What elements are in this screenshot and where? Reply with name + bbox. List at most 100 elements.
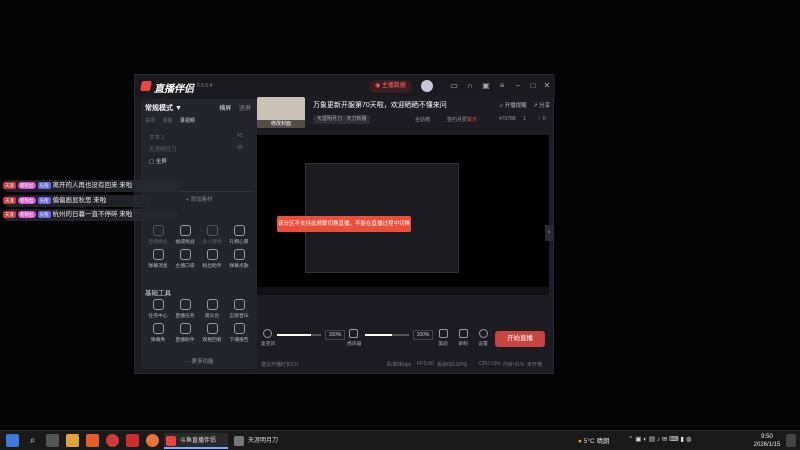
audio-controls: 麦克风 150% 扬声器 100% 美颜 录制 设置 开始直播 [257,325,553,355]
notification-icon[interactable] [786,434,796,447]
source-item[interactable]: 文本 1 45 [149,133,249,141]
taskbar-task-game[interactable]: 天涯明月刀 [232,433,296,449]
task-view-icon[interactable] [46,434,59,447]
tool-fans[interactable]: 粉丝助手 [199,249,225,269]
settings-button[interactable]: 设置 [477,329,489,347]
mode-selector[interactable]: 常规模式 ▼ [145,103,182,113]
screen-icon: ▢ [149,159,156,165]
caret-down-icon: ▼ [174,105,182,112]
room-category[interactable]: 天涯明月刀 · 天刀新服 [313,115,371,124]
chevron-right-icon[interactable]: › [545,225,553,241]
weather-widget[interactable]: ● 5°C 晴朗 [578,435,609,445]
replay-icon [206,323,218,334]
file-explorer-icon[interactable] [66,434,79,447]
chat-message: 天涯 新粉丝 头衔 离开的人再也没有回来 来啦 [3,180,183,192]
grid-icon [206,299,218,310]
avatar[interactable] [421,80,433,92]
speaker-volume-value[interactable]: 100% [413,330,433,340]
maximize-icon[interactable]: □ [528,81,538,91]
fan-badge: 新粉丝 [18,196,36,204]
message-icon[interactable]: ▭ [449,81,459,91]
status-hint: 建议开播时长2.0 [261,362,298,368]
search-icon[interactable]: ⌕ [26,434,39,447]
add-source-button[interactable]: + 添加素材 [145,191,253,203]
browser-icon[interactable] [106,434,119,447]
change-cover-button[interactable]: 修改封面 [257,120,305,128]
tool-audio-mode[interactable]: 音频模式 [145,225,171,245]
tray-icons[interactable]: ⌃ ▣ ◐ ▤ ♪ ✉ ⌨ ▮ ◍ [628,435,691,443]
tool-replay[interactable]: 观看回看 [199,323,225,343]
start-live-button[interactable]: 开始直播 [495,331,545,347]
taskbar-task-livecompanion[interactable]: 斗鱼直播伴侣 [164,433,228,449]
tool-music[interactable]: 正版音乐 [226,299,252,319]
mic-volume-slider[interactable] [277,334,321,336]
share-button[interactable]: ↗ 分享 [533,101,550,109]
rank-stat[interactable]: 全站榜 [415,116,430,123]
gear-icon [478,329,488,338]
start-remind-button[interactable]: ♫ 开播提醒 [499,101,527,109]
minimize-icon[interactable]: – [513,81,523,91]
tool-assistant[interactable]: 直播助手 [172,323,198,343]
mic-toggle[interactable]: 麦克风 [261,329,275,347]
download-icon [152,249,164,260]
room-cover[interactable]: 修改封面 [257,97,305,128]
scene-tab[interactable]: 添加 [162,118,172,124]
source-item[interactable]: ▢ 全屏 [149,157,249,165]
bitrate: 码率0Kbps [387,362,412,368]
fan-badge: 新粉丝 [18,210,36,218]
orientation-tabs: 横屏 竖屏 [213,103,251,112]
level-badge: 天涯 [3,210,16,218]
music-icon [233,299,245,310]
room-title[interactable]: 万象更新开服第70天啦，欢迎晒晒不懂来问 [313,100,447,110]
title-bar: 直播伴侣 6.5.5.4 ◉ 主播数据 ▭ ∩ ▣ ≡ – □ ✕ [135,75,555,97]
mic-volume-fill [277,334,312,336]
tool-lucky-bag[interactable]: 福袋挑战 [172,225,198,245]
menu-icon[interactable]: ≡ [497,81,507,91]
sign-stat[interactable]: 签约月费警示 [447,116,477,123]
scene-tab-active[interactable]: 录视频 [180,118,195,124]
tool-pocket[interactable]: 主播口袋 [172,249,198,269]
link-icon [206,225,218,236]
scene-tab[interactable]: 关闭 [145,118,155,124]
logo-icon [140,81,152,91]
source-item[interactable]: 天涯明月刀 45 [149,145,249,153]
mic-volume-value[interactable]: 150% [325,330,345,340]
live-data-button[interactable]: ◉ 主播数据 [369,80,412,93]
clock[interactable]: 9:50 2026/1/15 [752,433,782,449]
windows-start-icon[interactable] [6,434,19,447]
headset-icon[interactable]: ∩ [465,81,475,91]
tab-landscape[interactable]: 横屏 [219,106,231,112]
beauty-icon [438,329,448,338]
speaker-toggle[interactable]: 扬声器 [347,329,361,347]
camera-icon [458,329,468,338]
app-version: 6.5.5.4 [197,83,213,89]
tool-danmaku[interactable]: 弹幕消息 [145,249,171,269]
app-icon[interactable] [86,434,99,447]
basic-tools-title: 基础工具 [145,290,171,297]
close-icon[interactable]: ✕ [542,81,552,91]
tool-live-task[interactable]: 直播任务 [172,299,198,319]
dots-icon: ··· [184,359,192,365]
tool-gift-wish[interactable]: 礼物心愿 [226,225,252,245]
music-icon [233,249,245,260]
game-icon[interactable] [146,434,159,447]
tool-task-center[interactable]: 任务中心 [145,299,171,319]
tool-song-request[interactable]: 弹幕点歌 [226,249,252,269]
more-functions-button[interactable]: ··· 更多功能 [141,357,257,365]
room-info: 修改封面 万象更新开服第70天啦，欢迎晒晒不懂来问 天涯明月刀 · 天刀新服 ♫… [257,97,553,131]
beauty-button[interactable]: 美颜 [437,329,449,347]
live-preview[interactable]: 该分区不支持此频繁切换直播，不能在直播过程中切换 [257,135,549,295]
tab-portrait[interactable]: 竖屏 [239,106,251,112]
speaker-volume-slider[interactable] [365,334,409,336]
tool-danmaku-show[interactable]: 弹幕秀 [145,323,171,343]
app-name: 直播伴侣 [154,84,194,95]
record-button[interactable]: 录制 [457,329,469,347]
chat-message: 天涯 新粉丝 头衔 杭州的日暮一直不停碎 来啦 [3,209,178,221]
tool-report[interactable]: 下播报告 [226,323,252,343]
tool-audience[interactable]: 观众台 [199,299,225,319]
gift-icon[interactable]: ▣ [481,81,491,91]
pocket-icon [179,249,191,260]
weibo-icon[interactable] [126,434,139,447]
dropped-frames: 丢帧0(0.00%) [437,362,468,368]
tool-multi-link[interactable]: 多人连线 [199,225,225,245]
